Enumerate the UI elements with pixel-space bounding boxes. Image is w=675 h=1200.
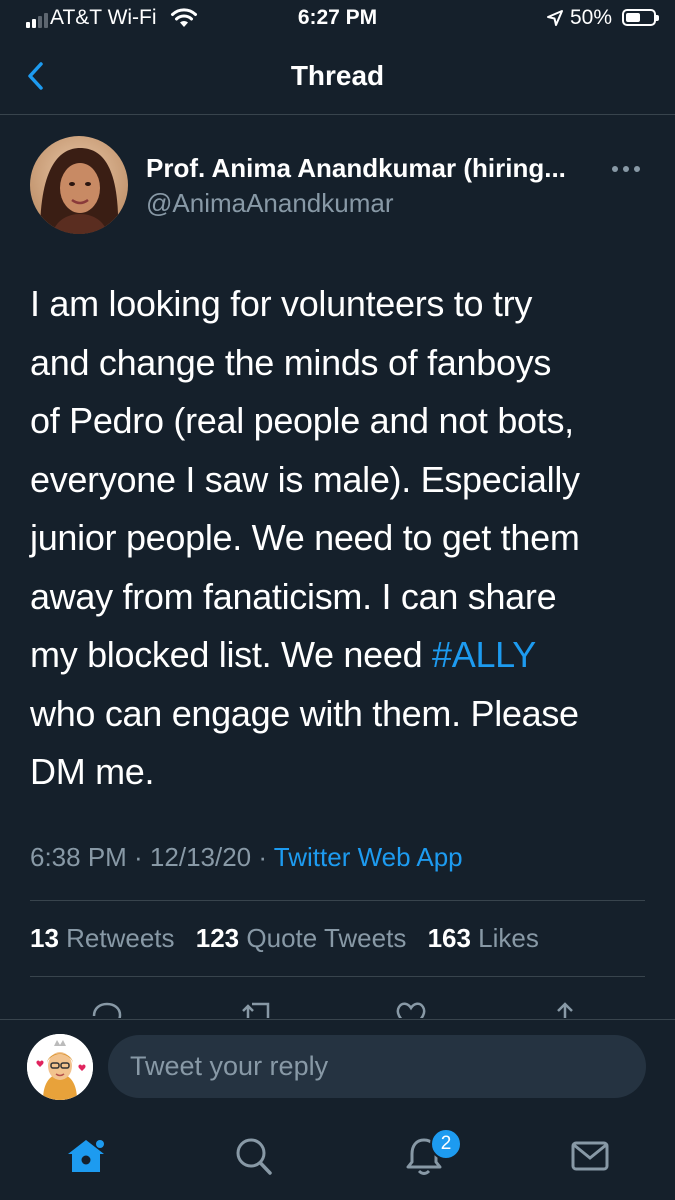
tweet-stats: 13 Retweets 123 Quote Tweets 163 Likes (30, 923, 553, 954)
tweet-line: of Pedro (real people and not bots, (30, 400, 574, 441)
author-name[interactable]: Prof. Anima Anandkumar (hiring... (146, 153, 566, 184)
tweet-line: DM me. (30, 751, 155, 792)
page-title: Thread (290, 60, 385, 91)
home-icon[interactable] (64, 1134, 108, 1178)
tweet-line-text: my blocked list. We need (30, 634, 433, 675)
tab-bar: 2 (0, 1114, 675, 1200)
like-icon[interactable] (394, 1000, 428, 1018)
tweet-text: I am looking for volunteers to try and c… (30, 275, 655, 802)
messages-icon[interactable] (568, 1134, 612, 1178)
hashtag-link[interactable]: #ALLY (432, 634, 536, 675)
tweet-line: my blocked list. We need #ALLY (30, 626, 655, 685)
quote-tweets-count: 123 (195, 923, 240, 953)
notifications-badge: 2 (430, 1128, 462, 1160)
nav-header: Thread (0, 38, 675, 115)
location-icon (547, 10, 563, 26)
tweet-line: away from fanaticism. I can share (30, 575, 557, 617)
author-handle[interactable]: @AnimaAnandkumar (146, 188, 394, 219)
tweet-actions (0, 996, 675, 1018)
reply-input[interactable] (108, 1035, 646, 1098)
quote-tweets-label: Quote Tweets (239, 923, 407, 953)
quote-tweets-stat[interactable]: 123 Quote Tweets (196, 923, 407, 953)
share-icon[interactable] (550, 1000, 580, 1018)
reply-bar (0, 1019, 675, 1115)
more-icon[interactable] (612, 166, 640, 172)
tweet-line: who can engage with them. Please (30, 692, 579, 734)
tweet-source-link[interactable]: Twitter Web App (274, 842, 463, 872)
retweets-label: Retweets (58, 923, 175, 953)
tweet-line: junior people. We need to get them (30, 517, 580, 558)
battery-percent: 50% (570, 6, 613, 29)
reply-icon[interactable] (90, 1000, 124, 1018)
likes-count: 163 (427, 923, 471, 953)
battery-icon (622, 9, 659, 26)
tweet-line: everyone I saw is male). Especially (30, 458, 580, 500)
tweet-meta: 6:38 PM · 12/13/20 · Twitter Web App (30, 842, 463, 873)
tweet-line: and change the minds of fanboys (30, 341, 552, 383)
likes-stat[interactable]: 163 Likes (428, 923, 539, 953)
search-icon[interactable] (232, 1134, 274, 1178)
retweets-count: 13 (30, 923, 59, 953)
tweet-timestamp: 6:38 PM · 12/13/20 · (30, 842, 274, 872)
divider (30, 900, 645, 901)
retweet-icon[interactable] (240, 1000, 276, 1018)
author-avatar[interactable] (30, 136, 128, 234)
user-avatar[interactable] (27, 1034, 93, 1100)
status-bar: AT&T Wi-Fi 6:27 PM 50% (0, 0, 675, 38)
retweets-stat[interactable]: 13 Retweets (30, 923, 175, 953)
likes-label: Likes (470, 923, 539, 953)
tweet-line: I am looking for volunteers to try (30, 283, 533, 324)
divider (30, 976, 645, 977)
